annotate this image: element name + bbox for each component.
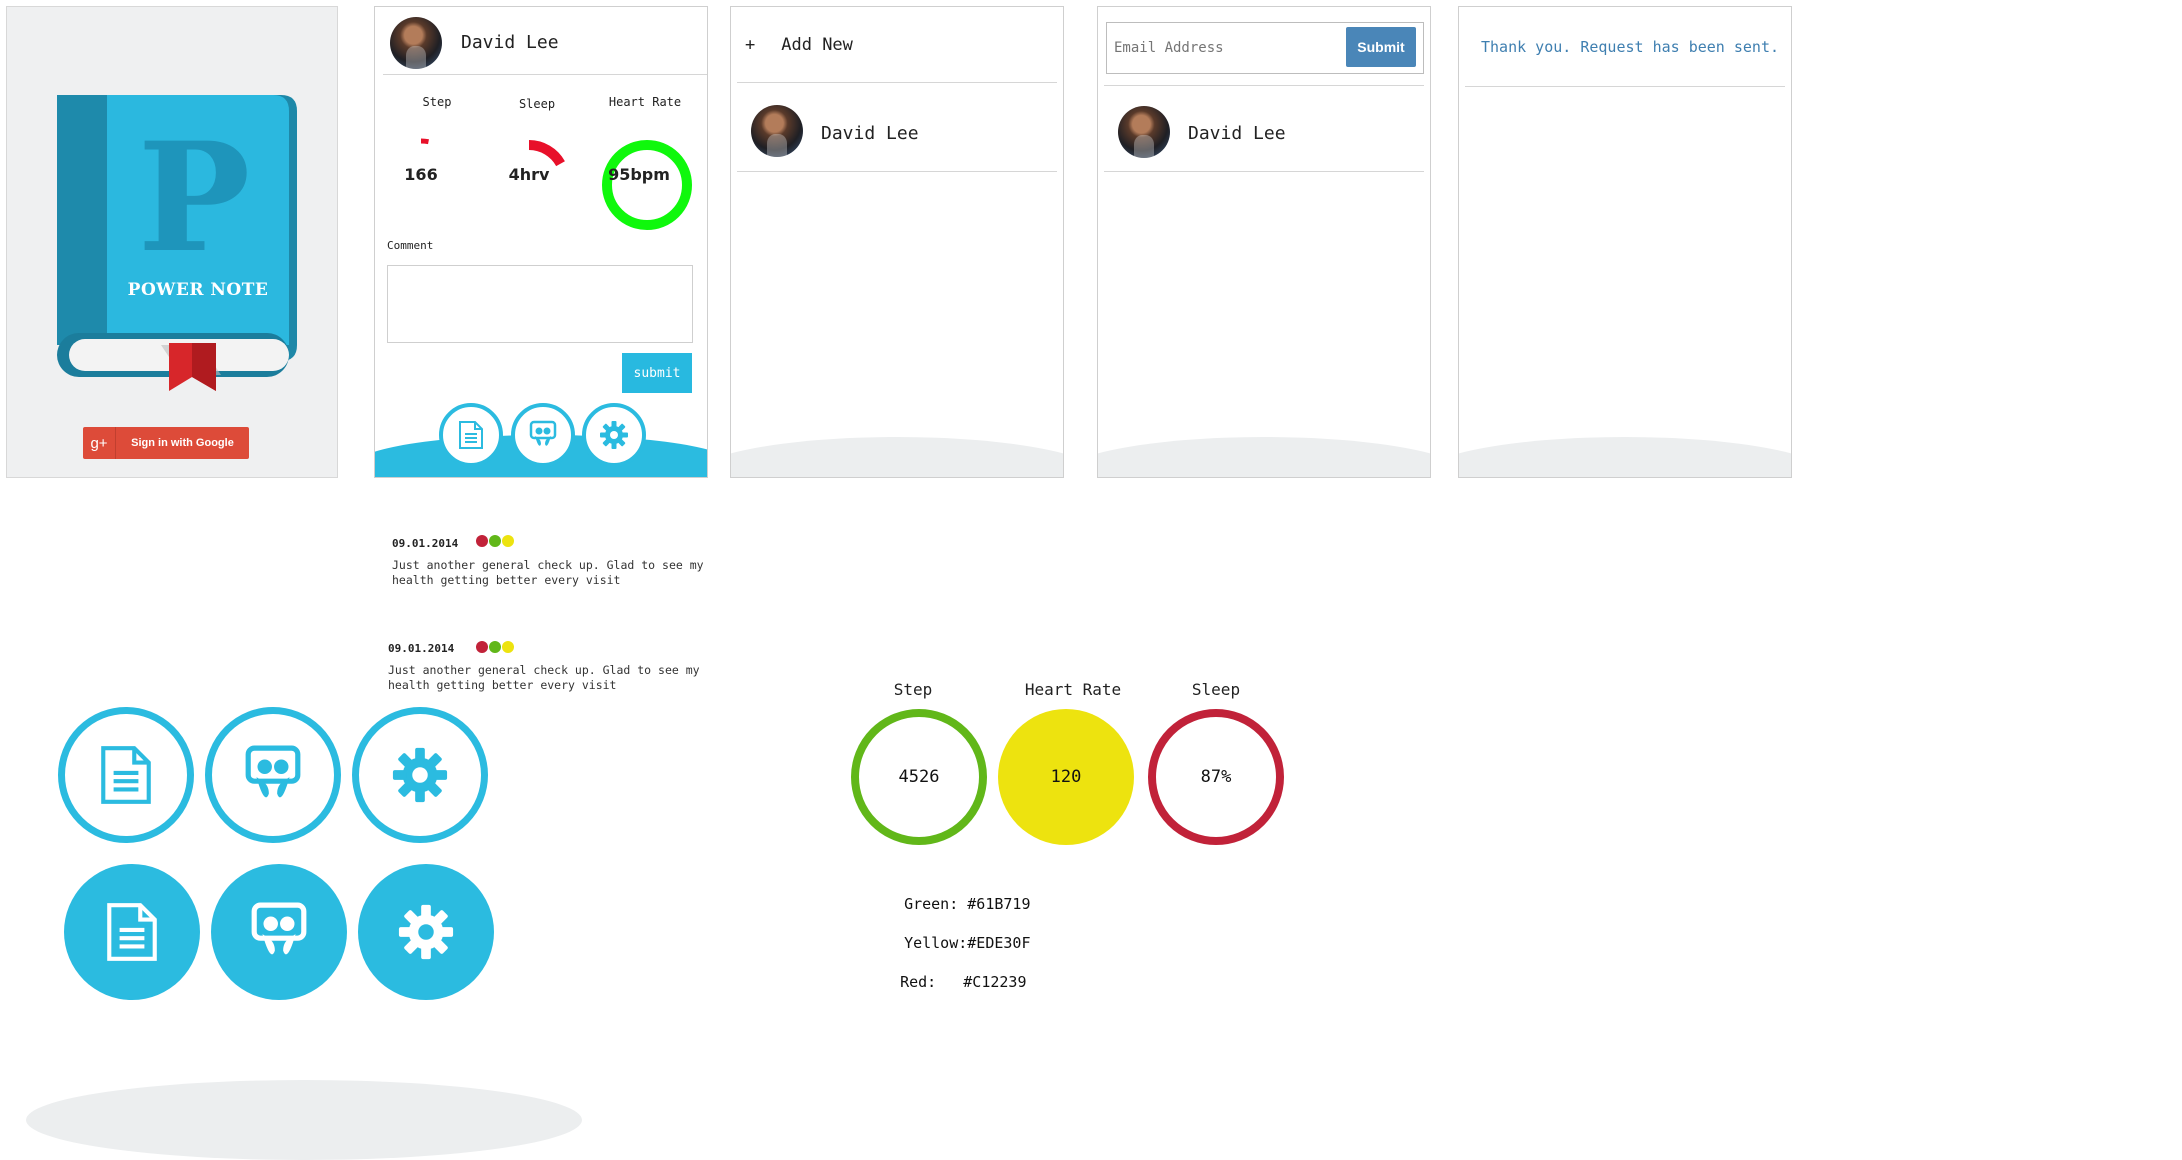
- comment-label: Comment: [387, 239, 434, 252]
- logo-text: POWER NOTE: [127, 280, 269, 300]
- slideshare-icon: [251, 902, 307, 955]
- note-date: 09.01.2014: [392, 537, 459, 550]
- note-date: 09.01.2014: [388, 642, 455, 655]
- palette-yellow: Yellow:#EDE30F: [886, 916, 1031, 952]
- gauge-step: [420, 138, 429, 145]
- note-text: Just another general check up. Glad to s…: [388, 663, 700, 692]
- divider: [737, 171, 1057, 172]
- palette-hex: #C12239: [963, 973, 1027, 991]
- metric-label-sleep: Sleep: [518, 97, 556, 111]
- sleep-value: 87%: [1200, 767, 1232, 787]
- gear-icon: [398, 904, 454, 960]
- google-signin-button[interactable]: g+ Sign in with Google: [83, 427, 249, 459]
- status-dot-yellow: [502, 535, 514, 547]
- avatar: [751, 105, 803, 157]
- palette-red: Red: #C12239: [882, 955, 1027, 991]
- add-new-button[interactable]: + Add New: [745, 35, 853, 55]
- dashboard-screen: David Lee Step Sleep Heart Rate 166 4hrv…: [374, 6, 708, 478]
- notes-button-filled[interactable]: [64, 864, 200, 1000]
- status-dot-red: [476, 641, 488, 653]
- comment-textarea[interactable]: [387, 265, 693, 343]
- bottom-wave: [1098, 437, 1430, 477]
- slideshare-icon: [245, 745, 301, 798]
- gauge-sleep: [528, 140, 565, 167]
- settings-button-outline[interactable]: [352, 707, 488, 843]
- confirmation-screen: Thank you. Request has been sent.: [1458, 6, 1792, 478]
- list-item[interactable]: David Lee: [1098, 86, 1430, 172]
- google-button-label: Sign in with Google: [131, 437, 234, 449]
- ring-label-heart-rate: Heart Rate: [1024, 680, 1122, 699]
- patient-list-screen: + Add New David Lee: [730, 6, 1064, 478]
- metric-value-step: 166: [404, 165, 438, 184]
- list-item[interactable]: David Lee: [731, 83, 1063, 171]
- heart-rate-ring: 120: [998, 709, 1134, 845]
- divider: [1104, 171, 1424, 172]
- document-icon: [459, 421, 483, 449]
- bottom-wave: [26, 1080, 582, 1160]
- nav-notes-button[interactable]: [439, 403, 503, 467]
- status-dot-green: [489, 641, 501, 653]
- metric-value-heart-rate: 95bpm: [608, 165, 670, 184]
- status-dot-green: [489, 535, 501, 547]
- slides-button-outline[interactable]: [205, 707, 341, 843]
- heart-rate-value: 120: [1050, 767, 1082, 787]
- settings-button-filled[interactable]: [358, 864, 494, 1000]
- palette-green: Green: #61B719: [886, 877, 1031, 913]
- document-icon: [101, 746, 151, 804]
- palette-name: Red:: [900, 973, 937, 991]
- divider: [1465, 86, 1785, 87]
- google-plus-icon: g+: [83, 427, 116, 459]
- document-icon: [107, 903, 157, 961]
- gauge-heart-rate: [602, 140, 692, 230]
- slides-button-filled[interactable]: [211, 864, 347, 1000]
- logo-letter: P: [137, 110, 251, 286]
- power-note-logo: P POWER NOTE: [51, 95, 301, 395]
- nav-settings-button[interactable]: [582, 403, 646, 467]
- metric-label-step: Step: [422, 95, 452, 109]
- confirmation-message: Thank you. Request has been sent.: [1481, 38, 1780, 56]
- note-text: Just another general check up. Glad to s…: [392, 558, 704, 587]
- notes-button-outline[interactable]: [58, 707, 194, 843]
- sleep-ring: 87%: [1148, 709, 1284, 845]
- status-dot-red: [476, 535, 488, 547]
- bottom-wave: [1459, 437, 1791, 477]
- submit-button[interactable]: submit: [622, 353, 692, 393]
- avatar: [1118, 106, 1170, 158]
- user-name: David Lee: [461, 32, 559, 53]
- step-ring: 4526: [851, 709, 987, 845]
- email-field[interactable]: [1112, 29, 1334, 67]
- ring-label-step: Step: [893, 680, 933, 699]
- gear-icon: [392, 747, 448, 803]
- metric-label-heart-rate: Heart Rate: [608, 95, 682, 109]
- slideshare-icon: [529, 420, 557, 446]
- palette-name: Yellow:: [904, 934, 968, 952]
- avatar[interactable]: [390, 17, 442, 69]
- patient-name: David Lee: [1188, 123, 1286, 144]
- status-dot-yellow: [502, 641, 514, 653]
- step-value: 4526: [898, 767, 940, 787]
- palette-name: Green:: [904, 895, 959, 913]
- header-divider: [383, 74, 707, 75]
- invite-screen: Submit David Lee: [1097, 6, 1431, 478]
- patient-name: David Lee: [821, 123, 919, 144]
- gear-icon: [600, 421, 628, 449]
- add-new-label: Add New: [781, 35, 853, 55]
- palette-hex: #61B719: [967, 895, 1031, 913]
- nav-slides-button[interactable]: [511, 403, 575, 467]
- login-screen: P POWER NOTE g+ Sign in with Google: [6, 6, 338, 478]
- bottom-wave: [731, 437, 1063, 477]
- palette-hex: #EDE30F: [967, 934, 1031, 952]
- metric-value-sleep: 4hrv: [508, 165, 550, 184]
- plus-icon: +: [745, 35, 756, 55]
- email-submit-button[interactable]: Submit: [1346, 27, 1416, 67]
- ring-label-sleep: Sleep: [1191, 680, 1241, 699]
